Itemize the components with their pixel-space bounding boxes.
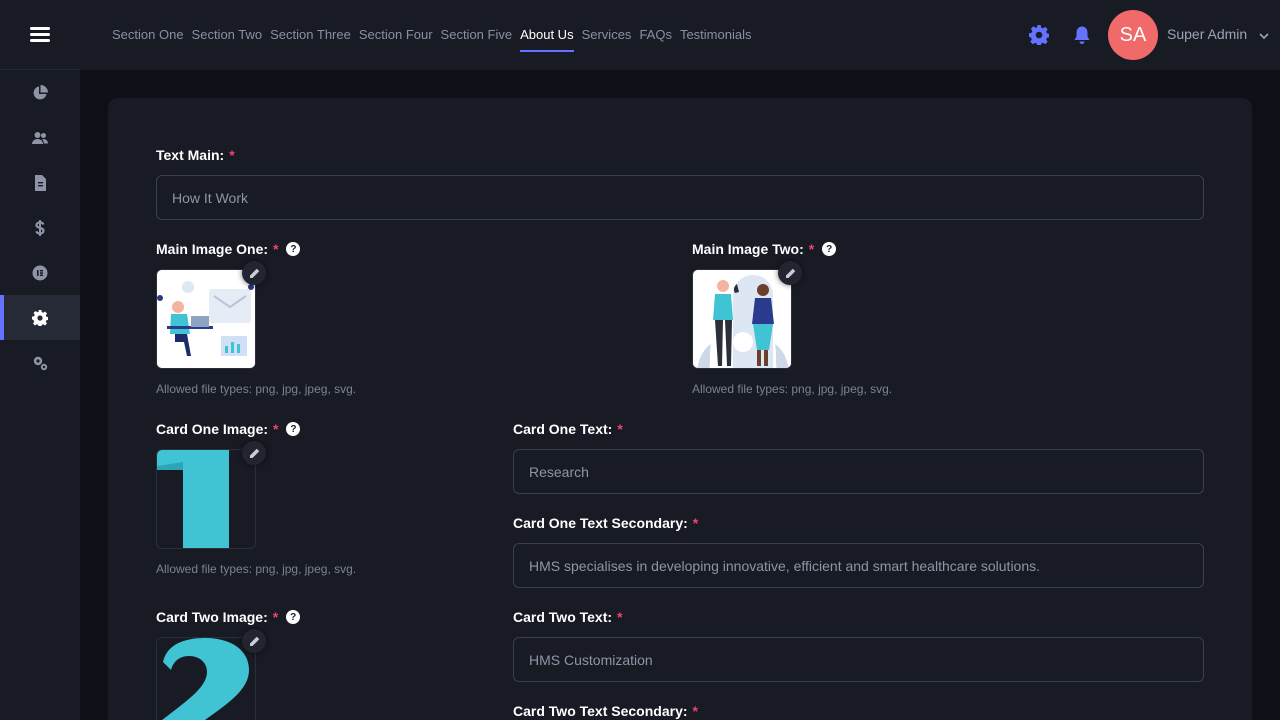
bell-icon	[1074, 26, 1090, 44]
about-us-form-card: Text Main: * How It Work Main Image One: *…	[108, 98, 1252, 720]
card-two-text-label: Card Two Text: *	[513, 609, 623, 625]
settings-gear-icon	[32, 309, 48, 326]
hamburger-icon	[30, 24, 50, 45]
sidebar-item-billing[interactable]	[0, 205, 80, 250]
card-two-text-secondary-label: Card Two Text Secondary: *	[513, 703, 698, 719]
main-image-two-preview	[692, 269, 792, 369]
card-one-image-hint: Allowed file types: png, jpg, jpeg, svg.	[156, 562, 357, 576]
tab-section-five[interactable]: Section Five	[441, 0, 513, 70]
team-illustration-image	[693, 270, 791, 368]
pencil-icon	[249, 448, 259, 458]
avatar[interactable]: SA	[1108, 10, 1158, 60]
section-tabs: Section One Section Two Section Three Se…	[112, 0, 759, 70]
card-one-image-preview	[156, 449, 256, 549]
help-icon[interactable]: ?	[286, 422, 301, 436]
top-navbar: Section One Section Two Section Three Se…	[80, 0, 1280, 70]
tab-section-three[interactable]: Section Three	[270, 0, 351, 70]
card-one-text-input[interactable]: Research	[513, 449, 1204, 494]
text-main-label: Text Main: *	[156, 147, 235, 163]
card-one-text-label: Card One Text: *	[513, 421, 623, 437]
card-two-text-input[interactable]: HMS Customization	[513, 637, 1204, 682]
notifications-button[interactable]	[1072, 25, 1092, 45]
tab-section-four[interactable]: Section Four	[359, 0, 433, 70]
tab-testimonials[interactable]: Testimonials	[680, 0, 752, 70]
help-icon[interactable]: ?	[286, 610, 301, 624]
main-image-two-hint: Allowed file types: png, jpg, jpeg, svg.	[692, 382, 893, 396]
edit-main-image-two-button[interactable]	[778, 261, 802, 285]
text-main-input[interactable]: How It Work	[156, 175, 1204, 220]
main-image-one-hint: Allowed file types: png, jpg, jpeg, svg.	[156, 382, 357, 396]
gear-icon	[1029, 25, 1050, 47]
tab-services[interactable]: Services	[582, 0, 632, 70]
dashboard-pie-icon	[33, 84, 48, 99]
pencil-icon	[249, 636, 259, 646]
sidebar	[0, 0, 80, 720]
sidebar-item-cms[interactable]	[0, 250, 80, 295]
tab-about-us[interactable]: About Us	[520, 0, 575, 70]
edit-card-two-image-button[interactable]	[242, 629, 266, 653]
required-mark: *	[229, 147, 235, 163]
document-icon	[35, 174, 46, 191]
digit-two-image	[157, 638, 255, 720]
main-image-one-preview	[156, 269, 256, 369]
sidebar-item-documents[interactable]	[0, 160, 80, 205]
card-one-image-label: Card One Image: *?	[156, 421, 301, 437]
edit-main-image-one-button[interactable]	[242, 261, 266, 285]
users-icon	[32, 131, 48, 144]
user-name[interactable]: Super Admin	[1167, 26, 1247, 42]
sidebar-item-dashboard[interactable]	[0, 70, 80, 115]
chevron-down-icon[interactable]	[1258, 29, 1270, 41]
menu-toggle-button[interactable]	[0, 0, 80, 70]
help-icon[interactable]: ?	[286, 242, 301, 256]
theme-settings-button[interactable]	[1029, 25, 1050, 47]
sidebar-item-settings[interactable]	[0, 295, 80, 340]
multi-gear-icon	[33, 356, 48, 370]
sidebar-item-users[interactable]	[0, 115, 80, 160]
tab-faqs[interactable]: FAQs	[639, 0, 672, 70]
card-two-image-label: Card Two Image: *?	[156, 609, 301, 625]
tab-section-one[interactable]: Section One	[112, 0, 184, 70]
tab-section-two[interactable]: Section Two	[192, 0, 263, 70]
dollar-icon	[35, 219, 45, 236]
main-image-one-label: Main Image One: *?	[156, 241, 301, 257]
pencil-icon	[785, 268, 795, 278]
card-two-image-preview	[156, 637, 256, 720]
office-illustration-image	[157, 270, 255, 368]
main-image-two-label: Main Image Two: *?	[692, 241, 837, 257]
help-icon[interactable]: ?	[822, 242, 837, 256]
pencil-icon	[249, 268, 259, 278]
card-one-text-secondary-label: Card One Text Secondary: *	[513, 515, 699, 531]
digit-one-image	[157, 450, 255, 548]
circle-menu-icon	[32, 265, 48, 280]
sidebar-item-advanced-settings[interactable]	[0, 340, 80, 385]
edit-card-one-image-button[interactable]	[242, 441, 266, 465]
card-one-text-secondary-input[interactable]: HMS specialises in developing innovative…	[513, 543, 1204, 588]
